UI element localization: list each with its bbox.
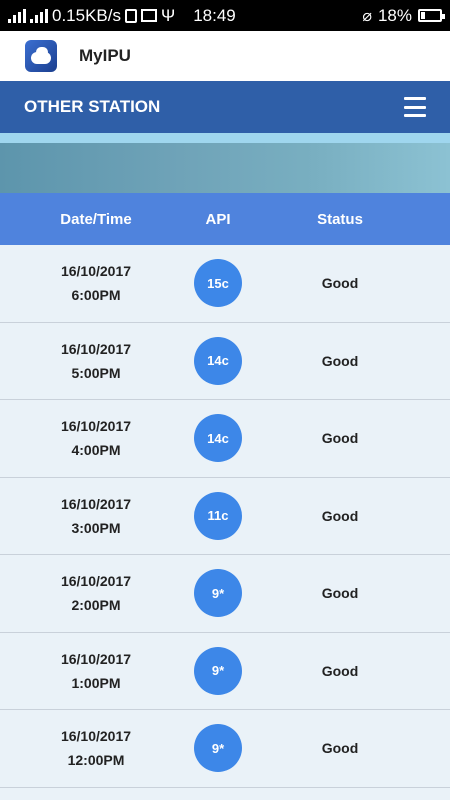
app-bar: MyIPU bbox=[0, 31, 450, 81]
time-text: 2:00PM bbox=[71, 597, 121, 614]
date-time-cell: 16/10/2017 4:00PM bbox=[0, 400, 192, 477]
hamburger-menu-icon[interactable] bbox=[404, 97, 426, 117]
app-title: MyIPU bbox=[79, 46, 131, 65]
header-date-time: Date/Time bbox=[60, 210, 132, 228]
api-badge: 14c bbox=[194, 414, 242, 462]
status-text: Good bbox=[321, 430, 359, 447]
table-row[interactable]: 16/10/2017 2:00PM 9* Good bbox=[0, 555, 450, 633]
signal-icon bbox=[30, 8, 48, 23]
date-time-cell: 16/10/2017 3:00PM bbox=[0, 478, 192, 555]
table-row[interactable]: 16/10/2017 12:00PM 9* Good bbox=[0, 710, 450, 788]
status-text: Good bbox=[321, 585, 359, 602]
clock: 18:49 bbox=[193, 5, 236, 25]
download-icon bbox=[125, 8, 137, 23]
time-text: 12:00PM bbox=[67, 752, 125, 769]
time-text: 3:00PM bbox=[71, 519, 121, 536]
date-text: 16/10/2017 bbox=[60, 573, 132, 590]
banner-strip bbox=[0, 133, 450, 143]
header-status: Status bbox=[317, 210, 363, 228]
date-text: 16/10/2017 bbox=[60, 650, 132, 667]
status-text: Good bbox=[321, 740, 359, 757]
api-badge: 9* bbox=[194, 646, 242, 695]
date-time-cell: 16/10/2017 12:00PM bbox=[0, 710, 192, 787]
image-icon bbox=[141, 9, 157, 22]
network-speed: 0.15KB/s bbox=[52, 5, 121, 25]
table-row[interactable]: 16/10/2017 3:00PM 11c Good bbox=[0, 477, 450, 555]
usb-icon: Ψ bbox=[161, 5, 176, 25]
table-body: 16/10/2017 6:00PM 15c Good 16/10/2017 5:… bbox=[0, 245, 450, 788]
date-time-cell: 16/10/2017 6:00PM bbox=[0, 245, 192, 322]
date-time-cell: 16/10/2017 1:00PM bbox=[0, 633, 192, 710]
battery-icon bbox=[418, 9, 445, 22]
status-text: Good bbox=[321, 507, 359, 524]
api-badge: 9* bbox=[194, 569, 242, 617]
date-time-cell: 16/10/2017 5:00PM bbox=[0, 323, 192, 400]
page-title: OTHER STATION bbox=[24, 97, 161, 116]
cloud-logo-icon[interactable] bbox=[25, 40, 57, 72]
date-text: 16/10/2017 bbox=[60, 728, 132, 745]
date-text: 16/10/2017 bbox=[60, 495, 132, 512]
api-badge: 15c bbox=[194, 259, 242, 307]
date-time-cell: 16/10/2017 2:00PM bbox=[0, 555, 192, 632]
nav-bar: OTHER STATION bbox=[0, 81, 450, 133]
status-text: Good bbox=[321, 275, 359, 292]
time-text: 1:00PM bbox=[71, 674, 121, 691]
date-text: 16/10/2017 bbox=[60, 263, 132, 280]
table-header: Date/Time API Status bbox=[0, 193, 450, 245]
status-text: Good bbox=[321, 352, 359, 369]
date-text: 16/10/2017 bbox=[60, 418, 132, 435]
time-text: 6:00PM bbox=[71, 287, 121, 304]
api-badge: 11c bbox=[194, 491, 242, 540]
status-text: Good bbox=[321, 662, 359, 679]
table-row[interactable]: 16/10/2017 6:00PM 15c Good bbox=[0, 245, 450, 323]
banner-image bbox=[0, 143, 450, 193]
api-badge: 14c bbox=[194, 336, 242, 385]
date-text: 16/10/2017 bbox=[60, 340, 132, 357]
table-row[interactable]: 16/10/2017 5:00PM 14c Good bbox=[0, 322, 450, 400]
table-row[interactable]: 16/10/2017 1:00PM 9* Good bbox=[0, 632, 450, 710]
status-bar: 0.15KB/s Ψ 18:49 ⌀ 18% bbox=[0, 0, 450, 31]
time-text: 4:00PM bbox=[71, 442, 121, 459]
table-row[interactable]: 16/10/2017 4:00PM 14c Good bbox=[0, 400, 450, 478]
time-text: 5:00PM bbox=[71, 364, 121, 381]
api-badge: 9* bbox=[194, 724, 242, 772]
mute-icon: ⌀ bbox=[362, 7, 372, 25]
header-api: API bbox=[205, 210, 231, 228]
hd-signal-icon bbox=[8, 8, 26, 23]
battery-percent: 18% bbox=[377, 5, 412, 25]
